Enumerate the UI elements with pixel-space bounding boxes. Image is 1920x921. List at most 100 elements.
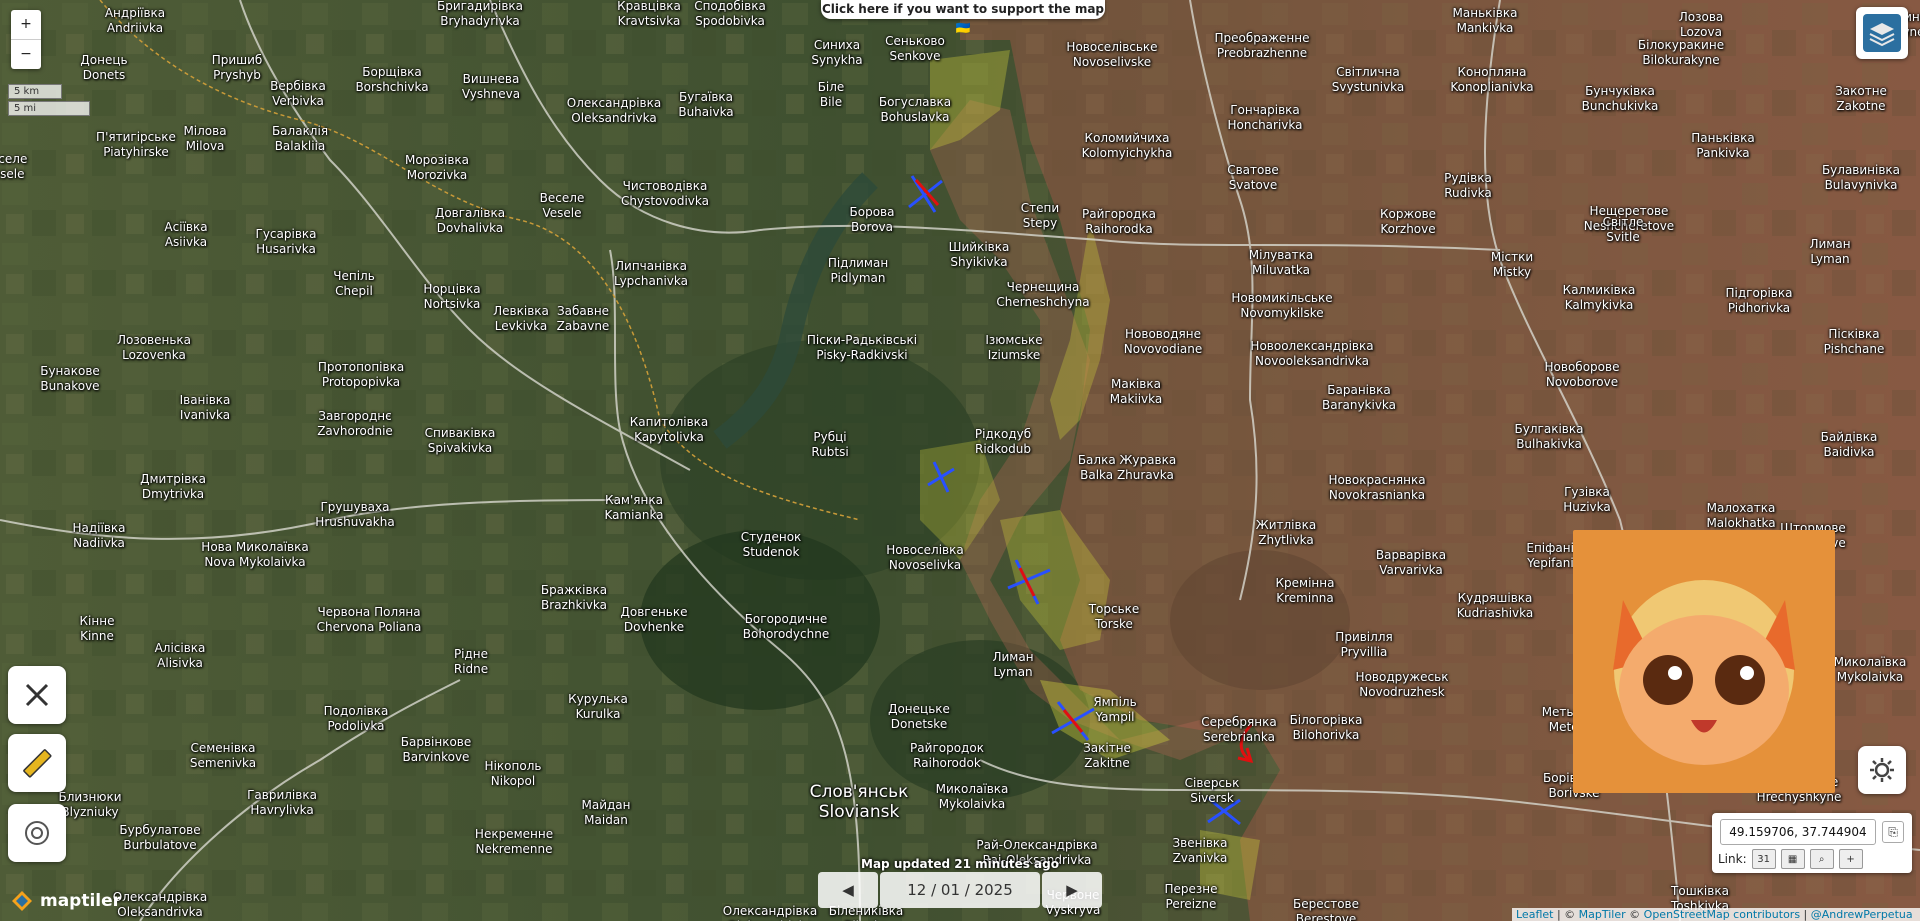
place-name-en: Kurulka (575, 707, 621, 721)
place-name-en: Raihorodka (1085, 222, 1153, 236)
leaflet-link[interactable]: Leaflet (1516, 908, 1553, 921)
place-name-en: Bilohorivka (1292, 728, 1360, 742)
coordinate-input[interactable]: 49.159706, 37.744904 (1720, 819, 1876, 845)
place-name-uk: Берестове (1293, 897, 1359, 911)
place-label: Студенок Studenok (741, 530, 802, 560)
place-name-uk: Лиман (1809, 237, 1851, 251)
place-name-en: Mykolaivka (938, 797, 1006, 811)
crosshair-link-button[interactable]: + (1838, 849, 1863, 869)
place-name-uk: Нікополь (484, 759, 542, 773)
settings-button[interactable] (1858, 746, 1906, 794)
place-label: Бурбулатове Burbulatove (119, 823, 200, 853)
place-label: Біле Bile (818, 80, 845, 110)
zoom-out-button[interactable]: − (11, 39, 41, 69)
place-name-uk: Лиман (992, 650, 1034, 664)
calendar-link-button[interactable]: 31 (1751, 849, 1776, 869)
place-label: Лиман Lyman (992, 650, 1033, 680)
place-name-en: Bohorodychne (742, 627, 830, 641)
maptiler-link[interactable]: MapTiler (1579, 908, 1626, 921)
place-name-en: Nortsivka (423, 297, 481, 311)
place-name-en: Chystovodivka (621, 194, 709, 208)
place-label: Лозовенька Lozovenka (117, 333, 191, 363)
place-name-uk: Кінне (79, 614, 115, 628)
place-label: Калмиківка Kalmykivka (1563, 283, 1636, 313)
date-display[interactable]: 12 / 01 / 2025 (880, 872, 1040, 908)
place-name-en: Synykha (811, 53, 863, 67)
place-name-uk: Студенок (740, 530, 802, 544)
place-label: Гусарівка Husarivka (256, 227, 317, 257)
place-label: Довгалівка Dovhalivka (435, 206, 505, 236)
osm-link[interactable]: OpenStreetMap contributors (1644, 908, 1800, 921)
place-name-en: Nova Mykolaivka (204, 555, 306, 569)
place-label: Спиваківка Spivakivka (425, 426, 496, 456)
place-label: Мілуватка Miluvatka (1249, 248, 1313, 278)
place-name-en: Brazhkivka (541, 598, 607, 612)
place-label: Надіївка Nadiivka (72, 521, 125, 551)
place-name-uk: Світлична (1336, 65, 1400, 79)
place-label: Андріївка Andriivka (105, 6, 165, 36)
place-label: Білогорівка Bilohorivka (1290, 713, 1363, 743)
previous-day-button[interactable]: ◀ (818, 872, 878, 908)
date-value: 12 / 01 / 2025 (907, 881, 1013, 899)
zoom-in-button[interactable]: + (11, 10, 41, 39)
place-name-en: Blyzniuky (61, 805, 119, 819)
place-label: Бражківка Brazhkivka (541, 583, 607, 613)
place-name-uk: Олександрівка (112, 890, 208, 904)
place-name-en: Maidan (584, 813, 628, 827)
place-name-uk: Новоборове (1544, 360, 1620, 374)
place-label: Кінне Kinne (80, 614, 115, 644)
place-name-uk: Балаклія (271, 124, 329, 138)
place-name-uk: Ізюмське (985, 333, 1043, 347)
place-name-en: Pidlyman (830, 271, 886, 285)
locate-button[interactable] (8, 804, 66, 862)
copy-coordinates-button[interactable]: ⎘ (1882, 821, 1904, 843)
place-name-en: Hrushuvakha (315, 515, 395, 529)
place-name-en: Novomykilske (1240, 306, 1324, 320)
place-label: Кудряшівка Kudriashivka (1457, 591, 1534, 621)
place-name-en: Rubtsi (811, 445, 849, 459)
place-name-en: Huzivka (1563, 500, 1611, 514)
place-label: Бунчуківка Bunchukivka (1582, 84, 1659, 114)
place-label: Новоселівське Novoselivske (1066, 40, 1157, 70)
magnifier-icon: ⌕ (1818, 853, 1825, 865)
place-name-uk: Конопляна (1457, 65, 1527, 79)
place-label: Бунакове Bunakove (40, 364, 100, 394)
place-name-en: Kamianka (604, 508, 664, 522)
layers-button[interactable] (1856, 7, 1908, 59)
place-name-en: Svitle (1606, 230, 1640, 244)
attribution-bar: Leaflet | © MapTiler © OpenStreetMap con… (1512, 908, 1920, 921)
place-name-en: Zvanivka (1172, 851, 1228, 865)
place-name-en: Raihorodok (913, 756, 981, 770)
place-label: Балаклія Balakliia (272, 124, 328, 154)
maptiler-logo[interactable]: maptiler (10, 889, 121, 913)
place-label: Богородичне Bohorodychne (743, 612, 829, 642)
place-label: ВеселеVesele (0, 152, 27, 182)
x-share-button[interactable] (8, 666, 66, 724)
next-day-button[interactable]: ▶ (1042, 872, 1102, 908)
place-label: Сватове Svatove (1227, 163, 1279, 193)
place-name-uk: Чистоводівка (622, 179, 708, 193)
place-name-uk: Лозовенька (116, 333, 192, 347)
place-label: Іванівка Ivanivka (180, 393, 231, 423)
place-label: Райгородок Raihorodok (910, 741, 984, 771)
place-name-uk: Богородичне (744, 612, 828, 626)
place-name-uk: Рідкодуб (974, 427, 1032, 441)
place-label: Лозова Lozova (1679, 10, 1724, 40)
place-name-en: Ridne (453, 662, 489, 676)
place-label: Близнюки Blyzniuky (58, 790, 121, 820)
place-name-en: Iziumske (987, 348, 1041, 362)
place-name-en: Husarivka (256, 242, 316, 256)
map-link-button[interactable]: ▦ (1780, 849, 1805, 869)
place-name-en: Milova (185, 139, 225, 153)
place-label: Донецьке Donetske (888, 702, 950, 732)
place-label: Богуславка Bohuslavka (879, 95, 951, 125)
place-name-en: Bunchukivka (1581, 99, 1659, 113)
author-link[interactable]: @AndrewPerpetua (1811, 908, 1913, 921)
place-name-en: Andriivka (106, 21, 164, 35)
measure-button[interactable] (8, 734, 66, 792)
place-name-en: Berestove (1295, 912, 1357, 921)
support-banner[interactable]: Click here if you want to support the ma… (821, 0, 1105, 35)
place-name-uk: Завгороднє (318, 409, 392, 423)
zoom-link-button[interactable]: ⌕ (1809, 849, 1834, 869)
place-name-en: Miluvatka (1252, 263, 1310, 277)
